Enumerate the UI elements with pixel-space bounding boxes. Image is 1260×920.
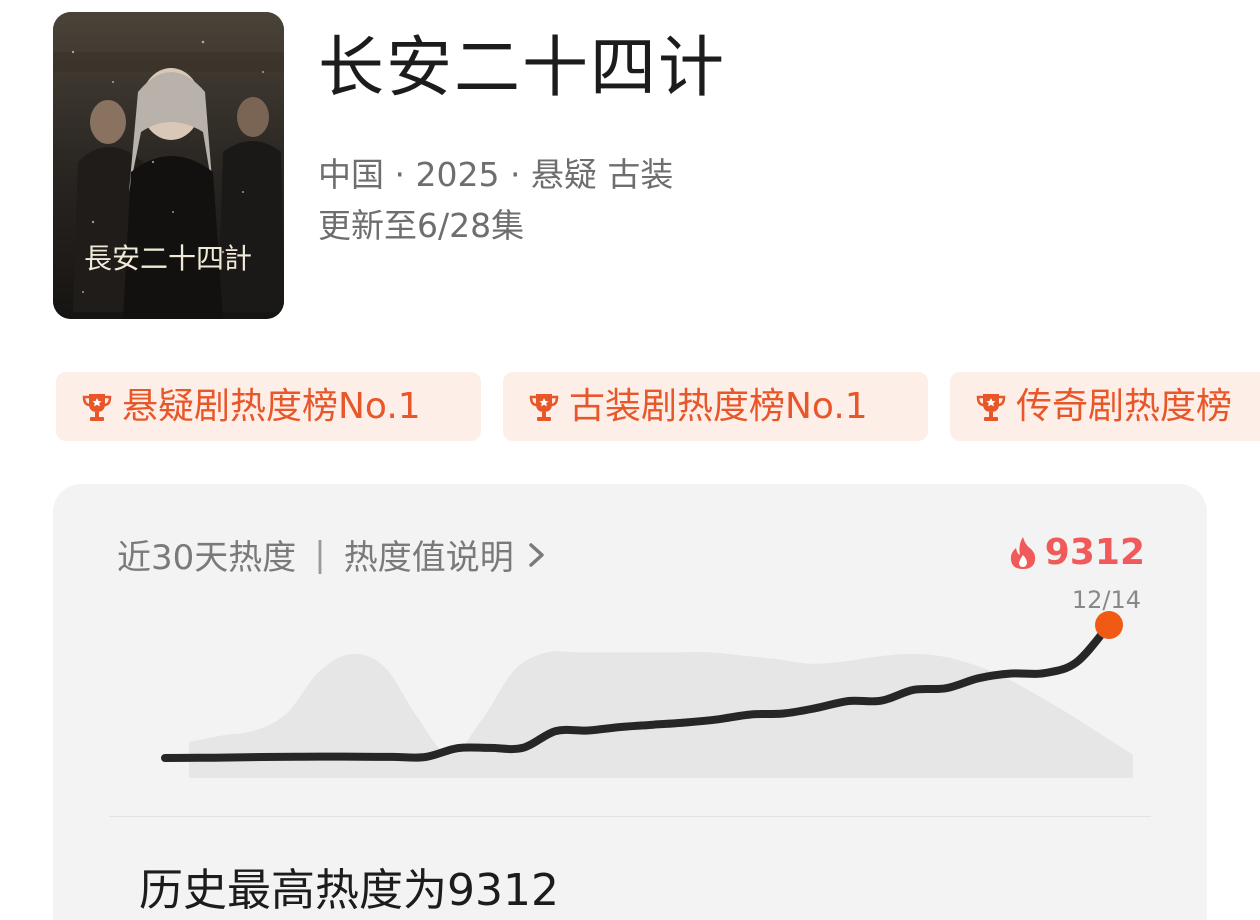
badge-label: 传奇剧热度榜 [1016,386,1233,427]
heat-trend-chart [161,611,1133,778]
episode-status: 更新至6/28集 [318,206,525,245]
ranking-badges: 悬疑剧热度榜No.1 古装剧热度榜No.1 传奇剧热度榜 [56,372,1260,442]
show-title: 长安二十四计 [318,29,726,106]
heat-endpoint-marker [1095,611,1123,640]
show-meta: 中国 · 2025 · 悬疑 古装 [318,155,674,194]
peak-heat-summary: 历史最高热度为9312 [139,865,559,916]
badge-label: 古装剧热度榜No.1 [569,386,868,427]
badge-label: 悬疑剧热度榜No.1 [122,386,421,427]
heat-card: 近30天热度 | 热度值说明 9312 12/14 历史最高热度为9312 [53,484,1207,920]
trophy-icon [82,393,112,421]
card-divider [109,816,1151,817]
trophy-icon [976,393,1006,421]
show-poster[interactable]: 長安二十四計 [53,12,284,319]
poster-title: 長安二十四計 [84,242,252,275]
badge-costume-rank[interactable]: 古装剧热度榜No.1 [503,372,928,441]
badge-legend-rank[interactable]: 传奇剧热度榜 [950,372,1260,441]
trophy-icon [529,393,559,421]
badge-suspense-rank[interactable]: 悬疑剧热度榜No.1 [56,372,481,441]
